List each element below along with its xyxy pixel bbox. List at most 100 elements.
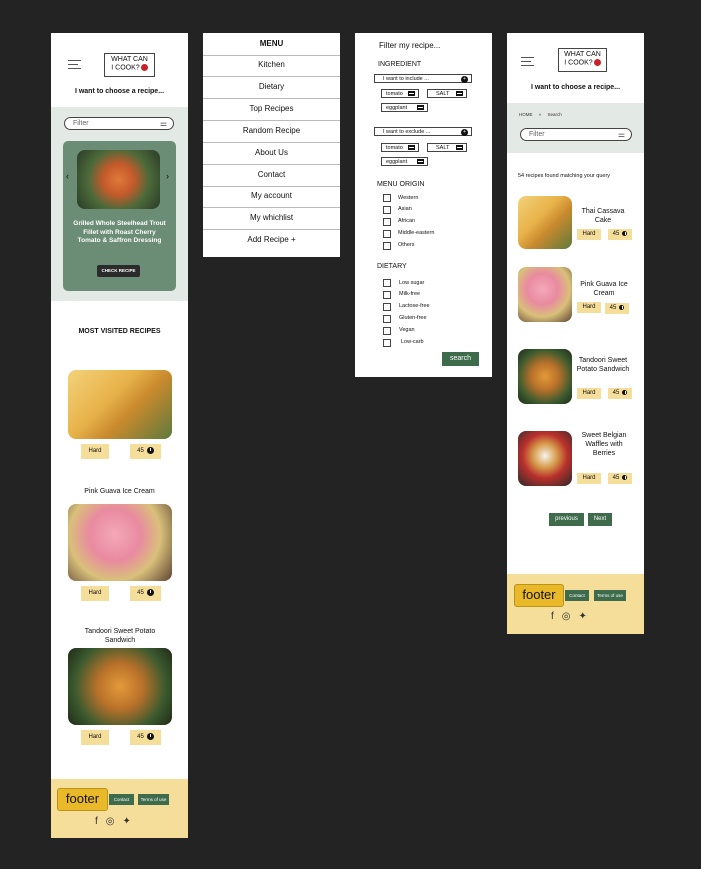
- origin-checkbox-middle-eastern[interactable]: [383, 230, 391, 238]
- origin-label: Others: [398, 242, 415, 248]
- next-page-button[interactable]: Next: [588, 513, 612, 526]
- exclude-ingredient-select[interactable]: I want to exclude ... +: [374, 127, 472, 136]
- remove-icon[interactable]: [456, 91, 463, 96]
- previous-page-button[interactable]: previous: [549, 513, 584, 526]
- menu-item-dietary[interactable]: Dietary: [203, 76, 340, 99]
- recipe-title[interactable]: Tandoori Sweet Potato Sandwich: [76, 627, 164, 645]
- origin-checkbox-african[interactable]: [383, 218, 391, 226]
- dietary-checkbox-low-carb[interactable]: [383, 339, 391, 347]
- footer-terms-link[interactable]: Terms of use: [138, 794, 169, 805]
- dietary-heading: DIETARY: [377, 263, 407, 270]
- add-icon[interactable]: +: [461, 76, 468, 83]
- origin-checkbox-asian[interactable]: [383, 206, 391, 214]
- page-tagline: I want to choose a recipe...: [530, 84, 621, 91]
- difficulty-badge: Hard: [577, 473, 601, 484]
- dietary-checkbox-milk-free[interactable]: [383, 291, 391, 299]
- sliders-icon[interactable]: ⚌: [618, 130, 625, 139]
- menu-item-top-recipes[interactable]: Top Recipes: [203, 98, 340, 121]
- search-button[interactable]: search: [442, 352, 479, 366]
- hamburger-menu-icon[interactable]: [521, 57, 534, 69]
- recipe-title[interactable]: Pink Guava Ice Cream: [51, 488, 188, 495]
- hero-recipe-image[interactable]: [77, 150, 160, 209]
- menu-item-random-recipe[interactable]: Random Recipe: [203, 120, 340, 143]
- twitter-icon[interactable]: ✦: [123, 816, 139, 827]
- sliders-icon[interactable]: ⚌: [160, 119, 167, 128]
- time-value: 45: [137, 448, 144, 454]
- results-screen: WHAT CAN I COOK? I want to choose a reci…: [507, 33, 644, 634]
- dietary-label: Gluten-free: [399, 315, 427, 321]
- hamburger-menu-icon[interactable]: [68, 60, 81, 72]
- include-ingredient-select[interactable]: I want to include ... +: [374, 74, 472, 83]
- dietary-checkbox-gluten-free[interactable]: [383, 315, 391, 323]
- menu-screen: MENU Kitchen Dietary Top Recipes Random …: [203, 33, 340, 257]
- footer-contact-link[interactable]: Contact: [109, 794, 134, 805]
- twitter-icon[interactable]: ✦: [579, 611, 595, 622]
- breadcrumb: HOME » Search: [519, 112, 562, 117]
- menu-origin-heading: MENU ORIGIN: [377, 181, 425, 188]
- menu-item-about-us[interactable]: About Us: [203, 142, 340, 165]
- difficulty-badge: Hard: [81, 444, 109, 459]
- remove-icon[interactable]: [417, 105, 424, 110]
- instagram-icon[interactable]: ◎: [562, 611, 579, 622]
- footer-terms-link[interactable]: Terms of use: [594, 590, 626, 601]
- menu-item-my-account[interactable]: My account: [203, 185, 340, 208]
- exclude-chip: eggplant: [381, 157, 428, 166]
- menu-item-add-recipe[interactable]: Add Recipe +: [203, 229, 340, 251]
- add-icon[interactable]: +: [461, 129, 468, 136]
- results-count: 54 recipes found matching your query: [518, 173, 611, 179]
- origin-checkbox-others[interactable]: [383, 242, 391, 250]
- recipe-image[interactable]: [68, 648, 172, 725]
- origin-label: Western: [398, 195, 419, 201]
- dietary-checkbox-lactose-free[interactable]: [383, 303, 391, 311]
- dietary-label: Vegan: [399, 327, 415, 333]
- remove-icon[interactable]: [408, 145, 415, 150]
- menu-item-contact[interactable]: Contact: [203, 164, 340, 187]
- filter-screen: Filter my recipe... INGREDIENT I want to…: [355, 33, 492, 377]
- site-logo[interactable]: WHAT CAN I COOK?: [558, 48, 607, 72]
- origin-label: Asian: [398, 206, 412, 212]
- ingredient-heading: INGREDIENT: [378, 61, 422, 68]
- remove-icon[interactable]: [408, 91, 415, 96]
- instagram-icon[interactable]: ◎: [106, 816, 123, 827]
- check-recipe-button[interactable]: CHECK RECIPE: [97, 265, 140, 277]
- clock-icon: [622, 389, 628, 395]
- footer-contact-link[interactable]: Contact: [565, 590, 589, 601]
- recipe-image[interactable]: [68, 504, 172, 581]
- origin-label: African: [398, 218, 416, 224]
- facebook-icon[interactable]: f: [95, 816, 106, 827]
- origin-checkbox-western[interactable]: [383, 194, 391, 202]
- result-title[interactable]: Thai Cassava Cake: [575, 208, 631, 225]
- menu-title: MENU: [203, 33, 340, 56]
- menu-item-kitchen[interactable]: Kitchen: [203, 54, 340, 77]
- difficulty-badge: Hard: [81, 730, 109, 745]
- search-section: HOME » Search Filter ⚌: [507, 103, 644, 153]
- filter-input[interactable]: Filter ⚌: [64, 117, 174, 130]
- facebook-icon[interactable]: f: [551, 611, 562, 622]
- menu-item-whichlist[interactable]: My whichlist: [203, 207, 340, 230]
- logo-line1: WHAT CAN: [564, 51, 601, 58]
- carousel-next-icon[interactable]: ›: [166, 171, 169, 181]
- remove-icon[interactable]: [417, 159, 424, 164]
- result-image[interactable]: [518, 196, 572, 249]
- result-image[interactable]: [518, 349, 572, 404]
- dietary-label: Milk-free: [399, 291, 421, 297]
- time-badge: 45: [130, 586, 161, 601]
- remove-icon[interactable]: [456, 145, 463, 150]
- dietary-checkbox-low-sugar[interactable]: [383, 279, 391, 287]
- result-image[interactable]: [518, 431, 572, 486]
- recipe-image[interactable]: [68, 370, 172, 439]
- breadcrumb-home[interactable]: HOME: [519, 112, 533, 117]
- dietary-label: Low sugar: [399, 280, 425, 286]
- time-badge: 45: [608, 473, 632, 484]
- filter-input[interactable]: Filter ⚌: [520, 128, 632, 141]
- result-title[interactable]: Sweet Belgian Waffles with Berries: [579, 431, 629, 458]
- breadcrumb-separator: »: [538, 112, 542, 117]
- result-image[interactable]: [518, 267, 572, 322]
- site-logo[interactable]: WHAT CAN I COOK?: [104, 53, 155, 77]
- dietary-checkbox-vegan[interactable]: [383, 327, 391, 335]
- include-chip: SALT: [427, 89, 467, 98]
- result-title[interactable]: Tandoori Sweet Potato Sandwich: [575, 356, 631, 374]
- carousel-prev-icon[interactable]: ‹: [66, 171, 69, 181]
- logo-line2: I COOK?: [564, 59, 593, 67]
- result-title[interactable]: Pink Guava Ice Cream: [577, 281, 631, 298]
